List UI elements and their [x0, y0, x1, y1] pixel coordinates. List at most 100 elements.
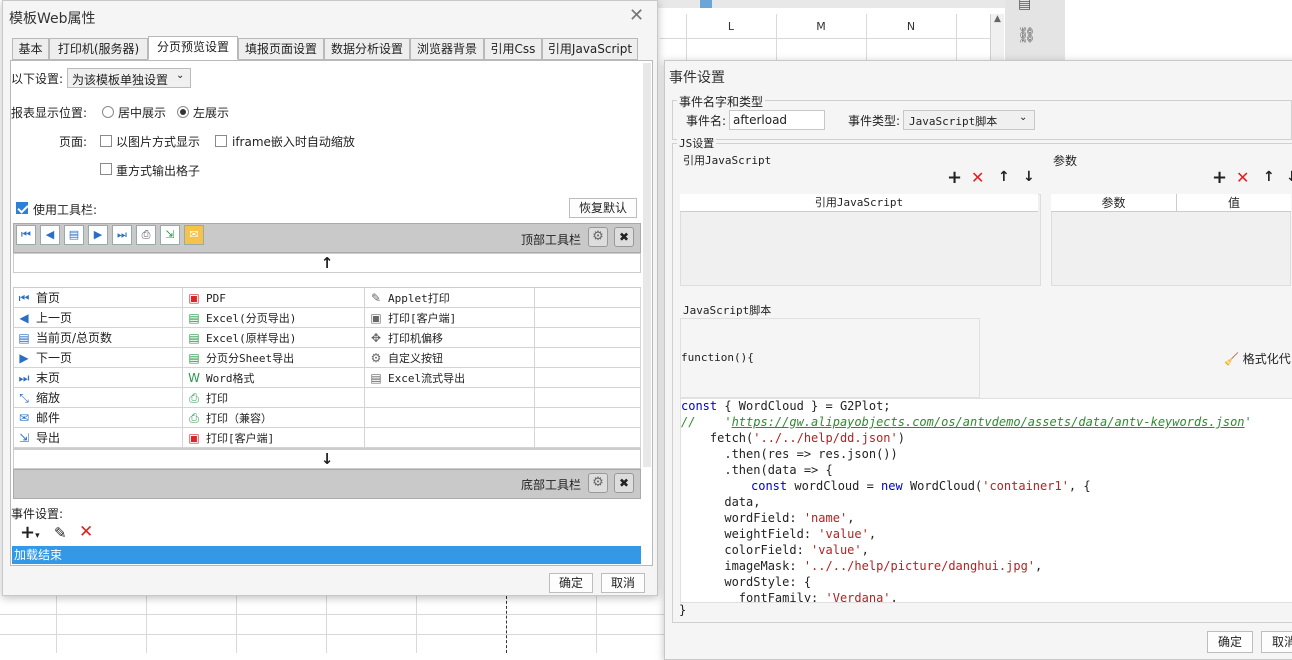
column-header-l[interactable]: L	[686, 20, 776, 38]
toolbar-option[interactable]: ⎙ 打印	[183, 388, 365, 408]
toolbar-option[interactable]: ▤ Excel(分页导出)	[183, 308, 365, 328]
radio-center[interactable]	[102, 106, 114, 118]
toolbar-option-label: 分页分Sheet导出	[206, 352, 295, 365]
paste-icon[interactable]: ▤	[1018, 0, 1031, 12]
tab-fill-page[interactable]: 填报页面设置	[238, 38, 324, 60]
link-icon[interactable]: ⛓	[1017, 26, 1036, 44]
toolbar-option[interactable]: ▣ 打印[客户端]	[183, 428, 365, 448]
param-column-header[interactable]: 参数	[1051, 194, 1177, 212]
sheet-scroll-up-icon[interactable]: ▲	[990, 14, 1004, 60]
event-type-select[interactable]: JavaScript脚本 ⌄	[903, 110, 1035, 130]
code-13b: 'Verdana'	[825, 591, 891, 602]
toolbar-option-label: 自定义按钮	[388, 352, 443, 365]
last-page-icon[interactable]: ⏭	[112, 225, 132, 245]
top-toolbar-settings-icon[interactable]: ⚙	[588, 227, 608, 247]
add-ref-js-icon[interactable]: +	[947, 167, 962, 188]
close-icon[interactable]: ✕	[629, 5, 644, 26]
checkbox-iframe-scale[interactable]	[215, 135, 227, 147]
format-code-button[interactable]: 🧹 格式化代	[1224, 350, 1291, 367]
tab-ref-javascript[interactable]: 引用JavaScript	[542, 38, 638, 60]
tab-page-preview[interactable]: 分页预览设置	[148, 36, 238, 60]
panel-scrollbar[interactable]	[643, 63, 651, 467]
first-page-icon[interactable]: ⏮	[16, 225, 36, 245]
event-cancel-button[interactable]: 取消	[1261, 631, 1292, 653]
toolbar-option[interactable]: ▤ 当前页/总页数	[13, 328, 183, 348]
toolbar-option[interactable]: ⇲ 导出	[13, 428, 183, 448]
move-up-ref-js-icon[interactable]: ↑	[998, 169, 1010, 185]
toolbar-option-label: 缩放	[36, 391, 61, 405]
radio-left-label: 左展示	[193, 106, 230, 120]
toolbar-option[interactable]: ✥ 打印机偏移	[365, 328, 535, 348]
bottom-toolbar-close-icon[interactable]: ✖	[614, 473, 634, 493]
toolbar-option[interactable]: ✉ 邮件	[13, 408, 183, 428]
move-down-button[interactable]: ↓	[13, 449, 641, 469]
web-properties-dialog: 模板Web属性 ✕ 基本 打印机(服务器) 分页预览设置 填报页面设置 数据分析…	[2, 0, 658, 596]
tab-data-analysis[interactable]: 数据分析设置	[324, 38, 410, 60]
event-name-input[interactable]: afterload	[729, 110, 825, 130]
value-column-header[interactable]: 值	[1177, 194, 1291, 212]
checkbox-grid-output[interactable]	[100, 163, 112, 175]
tab-browser-bg[interactable]: 浏览器背景	[410, 38, 484, 60]
js-settings-label: JS设置	[677, 135, 717, 151]
tab-basic[interactable]: 基本	[12, 38, 49, 60]
toolbar-option[interactable]: ⤡ 缩放	[13, 388, 183, 408]
toolbar-option[interactable]: ▤ Excel流式导出	[365, 368, 535, 388]
empty-cell	[365, 428, 535, 448]
col1-option-icon: ⏭	[18, 371, 30, 385]
restore-default-button[interactable]: 恢复默认	[569, 198, 637, 218]
toolbar-option[interactable]: ⏮ 首页	[13, 288, 183, 308]
page-count-icon[interactable]: ▤	[64, 225, 84, 245]
move-up-button[interactable]: ↑	[13, 253, 641, 273]
mail-icon[interactable]: ✉	[184, 225, 204, 245]
tab-printer[interactable]: 打印机(服务器)	[49, 38, 148, 60]
toolbar-option[interactable]: ▣ PDF	[183, 288, 365, 308]
col1-option-icon: ⇲	[18, 431, 30, 445]
checkbox-use-toolbar[interactable]	[16, 202, 28, 214]
bottom-toolbar-settings-icon[interactable]: ⚙	[588, 473, 608, 493]
delete-param-icon[interactable]: ✕	[1236, 168, 1249, 187]
settings-select[interactable]: 为该模板单独设置 ⌄	[67, 68, 191, 88]
code-line-2: // 'https://gw.alipayobjects.com/os/antv…	[681, 414, 1252, 430]
toolbar-option-label: 打印[客户端]	[388, 312, 457, 325]
toolbar-option[interactable]: ⚙ 自定义按钮	[365, 348, 535, 368]
column-header-n[interactable]: N	[866, 20, 956, 38]
move-down-ref-js-icon[interactable]: ↓	[1023, 169, 1035, 185]
col2-option-icon: W	[188, 371, 200, 385]
toolbar-option[interactable]: ✎ Applet打印	[365, 288, 535, 308]
cancel-button[interactable]: 取消	[601, 573, 645, 593]
toolbar-option[interactable]: ▤ 分页分Sheet导出	[183, 348, 365, 368]
event-settings-dialog: 事件设置 事件名字和类型 事件名: afterload 事件类型: JavaSc…	[664, 60, 1292, 660]
move-down-param-icon[interactable]: ↓	[1286, 169, 1292, 185]
code-2b-url[interactable]: https://gw.alipayobjects.com/os/antvdemo…	[732, 415, 1245, 429]
col2-option-icon: ⎙	[189, 391, 199, 405]
toolbar-option[interactable]: ⏭ 末页	[13, 368, 183, 388]
toolbar-option[interactable]: ⎙ 打印（兼容）	[183, 408, 365, 428]
radio-left[interactable]	[177, 106, 189, 118]
ok-button[interactable]: 确定	[549, 573, 593, 593]
edit-event-icon[interactable]: ✎	[54, 524, 67, 542]
add-event-icon[interactable]: +▾	[20, 522, 40, 543]
code-line-11: imageMask: '../../help/picture/danghui.j…	[681, 558, 1042, 574]
column-header-m[interactable]: M	[776, 20, 866, 38]
toolbar-option[interactable]: W Word格式	[183, 368, 365, 388]
toolbar-option[interactable]: ▤ Excel(原样导出)	[183, 328, 365, 348]
prev-page-icon[interactable]: ◀	[40, 225, 60, 245]
export-icon[interactable]: ⇲	[160, 225, 180, 245]
toolbar-option[interactable]: ▶ 下一页	[13, 348, 183, 368]
add-param-icon[interactable]: +	[1212, 167, 1227, 188]
checkbox-image-display[interactable]	[100, 135, 112, 147]
next-page-icon[interactable]: ▶	[88, 225, 108, 245]
ref-js-column-header[interactable]: 引用JavaScript	[680, 194, 1038, 212]
event-ok-button[interactable]: 确定	[1207, 631, 1253, 653]
toolbar-option[interactable]: ◀ 上一页	[13, 308, 183, 328]
delete-ref-js-icon[interactable]: ✕	[971, 168, 984, 187]
toolbar-option[interactable]: ▣ 打印[客户端]	[365, 308, 535, 328]
print-icon[interactable]: ⎙	[136, 225, 156, 245]
tab-ref-css[interactable]: 引用Css	[484, 38, 542, 60]
code-10c: ,	[861, 543, 869, 557]
move-up-param-icon[interactable]: ↑	[1263, 169, 1275, 185]
delete-event-icon[interactable]: ✕	[79, 522, 93, 542]
code-line-10: colorField: 'value',	[681, 542, 869, 558]
event-list-item[interactable]: 加载结束	[12, 546, 641, 564]
top-toolbar-close-icon[interactable]: ✖	[614, 227, 634, 247]
